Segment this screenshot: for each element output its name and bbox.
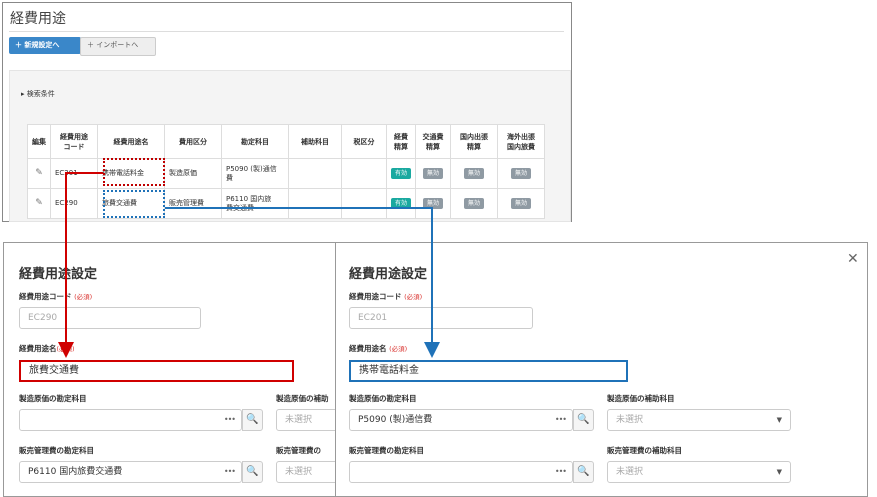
- name-label: 経費用途名(必須): [19, 344, 75, 353]
- search-conditions-toggle[interactable]: ▸ 検索条件: [21, 89, 55, 99]
- expense-usage-dialog-left: 経費用途設定 経費用途コード (必須) EC290 経費用途名(必須) 旅費交通…: [3, 242, 337, 497]
- more-icon[interactable]: •••: [555, 410, 567, 430]
- table-header-row: 編集 経費用途 コード 経費用途名 費用区分 勘定科目 補助科目 税区分 経費 …: [27, 124, 545, 159]
- search-icon[interactable]: 🔍: [573, 461, 594, 483]
- new-setting-button[interactable]: ＋ 新規設定へ: [9, 37, 81, 54]
- status-badge: 有効: [391, 198, 411, 209]
- status-badge: 無効: [511, 198, 531, 209]
- mfg-sub-label: 製造原価の補助: [276, 394, 329, 403]
- mfg-account-label: 製造原価の勘定科目: [19, 394, 87, 403]
- sga-sub-label: 販売管理費の: [276, 446, 321, 455]
- cell-code: EC201: [50, 158, 98, 189]
- status-badge: 無効: [423, 168, 443, 179]
- col-domestic-trip: 国内出張 精算: [450, 124, 498, 159]
- col-expense: 経費 精算: [386, 124, 416, 159]
- sga-account-field[interactable]: •••: [349, 461, 573, 483]
- name-field[interactable]: 旅費交通費: [19, 360, 294, 382]
- sga-sub-select[interactable]: 未選択: [276, 461, 336, 483]
- cell-sub: [288, 158, 342, 189]
- mfg-account-field[interactable]: P5090 (製)通信費 •••: [349, 409, 573, 431]
- more-icon[interactable]: •••: [555, 462, 567, 482]
- cell-category: 販売管理費: [164, 188, 222, 219]
- status-badge: 無効: [511, 168, 531, 179]
- chevron-down-icon: ▼: [776, 468, 782, 476]
- code-label: 経費用途コード (必須): [19, 292, 93, 301]
- col-sub-account[interactable]: 補助科目: [288, 124, 342, 159]
- cell-sub: [288, 188, 342, 219]
- sga-account-label: 販売管理費の勘定科目: [19, 446, 94, 455]
- cell-category: 製造原価: [164, 158, 222, 189]
- chevron-down-icon: ▼: [776, 416, 782, 424]
- col-account[interactable]: 勘定科目: [221, 124, 289, 159]
- col-overseas-trip: 海外出張 国内旅費: [497, 124, 545, 159]
- page-title: 経費用途: [10, 11, 66, 27]
- highlight-box-blue: [103, 190, 165, 218]
- code-field[interactable]: EC201: [349, 307, 533, 329]
- name-field[interactable]: 携帯電話料金: [349, 360, 628, 382]
- mfg-sub-select[interactable]: 未選択: [276, 409, 336, 431]
- name-label: 経費用途名 (必須): [349, 344, 408, 353]
- col-edit: 編集: [27, 124, 51, 159]
- mfg-account-label: 製造原価の勘定科目: [349, 394, 417, 403]
- code-label: 経費用途コード (必須): [349, 292, 423, 301]
- search-icon[interactable]: 🔍: [242, 461, 263, 483]
- search-icon[interactable]: 🔍: [242, 409, 263, 431]
- edit-icon[interactable]: ✎: [35, 168, 43, 178]
- highlight-box-red: [103, 158, 165, 186]
- more-icon[interactable]: •••: [224, 410, 236, 430]
- col-category[interactable]: 費用区分: [164, 124, 222, 159]
- cell-code: EC290: [50, 188, 98, 219]
- search-icon[interactable]: 🔍: [573, 409, 594, 431]
- col-name[interactable]: 経費用途名: [97, 124, 165, 159]
- sga-account-field[interactable]: P6110 国内旅費交通費 •••: [19, 461, 242, 483]
- status-badge: 無効: [423, 198, 443, 209]
- dialog-title: 経費用途設定: [19, 267, 98, 282]
- edit-icon[interactable]: ✎: [35, 198, 43, 208]
- status-badge: 有効: [391, 168, 411, 179]
- cell-tax: [341, 158, 387, 189]
- title-divider: [9, 31, 564, 32]
- col-code[interactable]: 経費用途 コード: [50, 124, 98, 159]
- dialog-title: 経費用途設定: [349, 267, 428, 282]
- more-icon[interactable]: •••: [224, 462, 236, 482]
- mfg-sub-label: 製造原価の補助科目: [607, 394, 675, 403]
- cell-account: P6110 国内旅 費交通費: [221, 188, 289, 219]
- cell-tax: [341, 188, 387, 219]
- close-icon[interactable]: ✕: [847, 251, 859, 267]
- sga-sub-label: 販売管理費の補助科目: [607, 446, 682, 455]
- expense-usage-dialog-right: 経費用途設定 経費用途コード (必須) EC201 経費用途名 (必須) 携帯電…: [335, 242, 868, 497]
- status-badge: 無効: [464, 168, 484, 179]
- cell-account: P5090 (製)通信 費: [221, 158, 289, 189]
- mfg-sub-select[interactable]: 未選択 ▼: [607, 409, 791, 431]
- sga-account-label: 販売管理費の勘定科目: [349, 446, 424, 455]
- import-button[interactable]: ＋ インポートへ: [80, 37, 156, 56]
- status-badge: 無効: [464, 198, 484, 209]
- mfg-account-field[interactable]: •••: [19, 409, 242, 431]
- sga-sub-select[interactable]: 未選択 ▼: [607, 461, 791, 483]
- code-field[interactable]: EC290: [19, 307, 201, 329]
- col-transport: 交通費 精算: [415, 124, 451, 159]
- col-tax[interactable]: 税区分: [341, 124, 387, 159]
